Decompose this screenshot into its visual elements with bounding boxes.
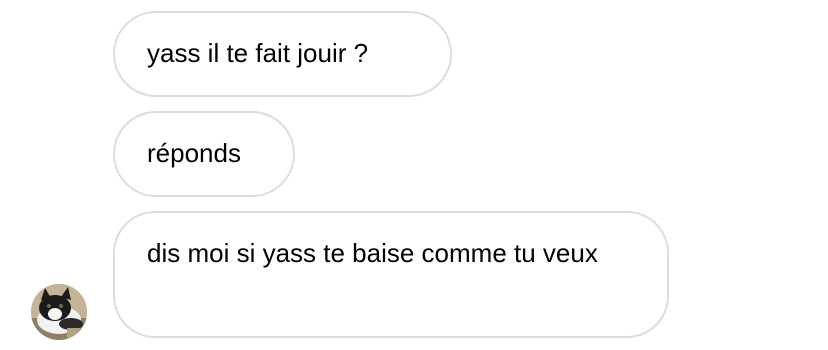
message-bubble[interactable]: yass il te fait jouir ? <box>113 11 452 97</box>
cat-photo-avatar-icon <box>31 284 87 340</box>
message-bubble[interactable]: réponds <box>113 111 295 197</box>
message-text: dis moi si yass te baise comme tu veux <box>147 238 598 268</box>
message-thread: yass il te fait jouir ? réponds dis moi … <box>0 0 828 350</box>
message-text: réponds <box>147 138 241 168</box>
message-bubble[interactable]: dis moi si yass te baise comme tu veux <box>113 211 669 338</box>
message-text: yass il te fait jouir ? <box>147 38 369 68</box>
sender-avatar[interactable] <box>31 284 87 340</box>
